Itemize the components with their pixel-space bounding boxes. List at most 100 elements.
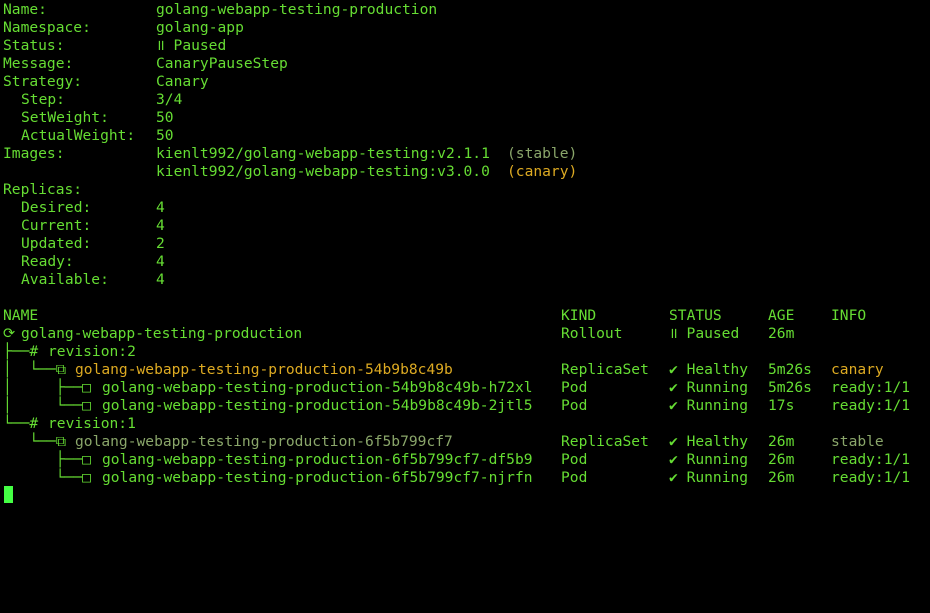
row-kind: Pod bbox=[561, 397, 588, 414]
setweight-label: SetWeight: bbox=[21, 109, 109, 126]
images-label: Images: bbox=[3, 145, 65, 162]
summary-namespace-line: Namespace: golang-app bbox=[3, 19, 244, 37]
row-name: revision:1 bbox=[48, 415, 136, 432]
summary-status-line: Status: ॥ Paused bbox=[3, 37, 226, 55]
available-value: 4 bbox=[156, 271, 165, 288]
row-age: 5m26s bbox=[768, 361, 812, 378]
row-kind: ReplicaSet bbox=[561, 361, 649, 378]
strategy-label: Strategy: bbox=[3, 73, 83, 90]
pod-icon: │ ├──□ bbox=[3, 379, 100, 396]
row-status: ✔ Running bbox=[669, 397, 749, 414]
table-header: NAME KIND STATUS AGE INFO bbox=[3, 307, 866, 325]
row-name: golang-webapp-testing-production-54b9b8c… bbox=[102, 379, 533, 396]
current-value: 4 bbox=[156, 217, 165, 234]
replicas-label: Replicas: bbox=[3, 181, 83, 198]
row-info: canary bbox=[831, 361, 884, 378]
row-info: ready:1/1 bbox=[831, 451, 911, 468]
row-name: golang-webapp-testing-production-6f5b799… bbox=[102, 469, 533, 486]
table-row: ⟳ golang-webapp-testing-production Rollo… bbox=[3, 325, 794, 343]
tree-branch-icon: └──# bbox=[3, 415, 47, 432]
row-kind: Rollout bbox=[561, 325, 623, 342]
table-row: │ └──□ golang-webapp-testing-production-… bbox=[3, 397, 910, 415]
row-name: golang-webapp-testing-production bbox=[21, 325, 303, 342]
status-label: Status: bbox=[3, 37, 65, 54]
summary-images-line-1: Images: kienlt992/golang-webapp-testing:… bbox=[3, 145, 577, 163]
terminal-cursor bbox=[4, 486, 13, 503]
table-row: │ └──⧉ golang-webapp-testing-production-… bbox=[3, 361, 884, 379]
row-info: stable bbox=[831, 433, 884, 450]
col-status-header: STATUS bbox=[669, 307, 722, 324]
row-name: golang-webapp-testing-production-6f5b799… bbox=[75, 433, 453, 450]
summary-setweight-line: SetWeight: 50 bbox=[3, 109, 174, 127]
summary-strategy-line: Strategy: Canary bbox=[3, 73, 209, 91]
table-row: └──□ golang-webapp-testing-production-6f… bbox=[3, 469, 910, 487]
desired-label: Desired: bbox=[21, 199, 92, 216]
rollout-icon: ⟳ bbox=[3, 325, 16, 342]
row-name: golang-webapp-testing-production-54b9b8c… bbox=[102, 397, 533, 414]
summary-desired-line: Desired: 4 bbox=[3, 199, 165, 217]
table-row: └──⧉ golang-webapp-testing-production-6f… bbox=[3, 433, 883, 451]
table-row: ├──# revision:2 bbox=[3, 343, 136, 361]
summary-current-line: Current: 4 bbox=[3, 217, 165, 235]
row-name: golang-webapp-testing-production-6f5b799… bbox=[102, 451, 533, 468]
row-status: ✔ Running bbox=[669, 469, 749, 486]
terminal-window[interactable]: Name: golang-webapp-testing-production N… bbox=[0, 0, 930, 509]
col-info-header: INFO bbox=[831, 307, 867, 324]
row-age: 26m bbox=[768, 325, 795, 342]
summary-replicas-line: Replicas: bbox=[3, 181, 82, 199]
actualweight-label: ActualWeight: bbox=[21, 127, 136, 144]
table-row: └──# revision:1 bbox=[3, 415, 136, 433]
message-label: Message: bbox=[3, 55, 74, 72]
summary-updated-line: Updated: 2 bbox=[3, 235, 165, 253]
available-label: Available: bbox=[21, 271, 109, 288]
table-row: ├──□ golang-webapp-testing-production-6f… bbox=[3, 451, 910, 469]
replicaset-icon: │ └──⧉ bbox=[3, 361, 75, 378]
col-age-header: AGE bbox=[768, 307, 795, 324]
row-age: 26m bbox=[768, 469, 795, 486]
row-kind: Pod bbox=[561, 451, 588, 468]
row-kind: ReplicaSet bbox=[561, 433, 649, 450]
current-label: Current: bbox=[21, 217, 92, 234]
image-stable: kienlt992/golang-webapp-testing:v2.1.1 bbox=[156, 145, 490, 162]
row-name: golang-webapp-testing-production-54b9b8c… bbox=[75, 361, 453, 378]
desired-value: 4 bbox=[156, 199, 165, 216]
pod-icon: └──□ bbox=[3, 469, 100, 486]
table-row: │ ├──□ golang-webapp-testing-production-… bbox=[3, 379, 910, 397]
row-info: ready:1/1 bbox=[831, 379, 911, 396]
row-age: 17s bbox=[768, 397, 795, 414]
updated-value: 2 bbox=[156, 235, 165, 252]
image-canary-tag: (canary) bbox=[507, 163, 578, 180]
summary-ready-line: Ready: 4 bbox=[3, 253, 165, 271]
setweight-value: 50 bbox=[156, 109, 174, 126]
row-info: ready:1/1 bbox=[831, 469, 911, 486]
summary-available-line: Available: 4 bbox=[3, 271, 165, 289]
status-value: ॥ Paused bbox=[156, 37, 227, 54]
updated-label: Updated: bbox=[21, 235, 92, 252]
row-status: ✔ Healthy bbox=[669, 433, 749, 450]
row-kind: Pod bbox=[561, 379, 588, 396]
row-age: 5m26s bbox=[768, 379, 812, 396]
summary-step-line: Step: 3/4 bbox=[3, 91, 182, 109]
row-age: 26m bbox=[768, 433, 795, 450]
pod-icon: │ └──□ bbox=[3, 397, 100, 414]
image-canary: kienlt992/golang-webapp-testing:v3.0.0 bbox=[156, 163, 490, 180]
row-name: revision:2 bbox=[48, 343, 136, 360]
namespace-label: Namespace: bbox=[3, 19, 91, 36]
row-age: 26m bbox=[768, 451, 795, 468]
summary-images-line-2: kienlt992/golang-webapp-testing:v3.0.0 (… bbox=[3, 163, 577, 181]
name-value: golang-webapp-testing-production bbox=[156, 1, 438, 18]
tree-branch-icon: ├──# bbox=[3, 343, 47, 360]
summary-message-line: Message: CanaryPauseStep bbox=[3, 55, 288, 73]
row-info: ready:1/1 bbox=[831, 397, 911, 414]
step-value: 3/4 bbox=[156, 91, 183, 108]
row-status: ✔ Running bbox=[669, 451, 749, 468]
summary-actualweight-line: ActualWeight: 50 bbox=[3, 127, 174, 145]
replicaset-icon: └──⧉ bbox=[3, 433, 75, 450]
message-value: CanaryPauseStep bbox=[156, 55, 288, 72]
col-name-header: NAME bbox=[3, 307, 39, 324]
col-kind-header: KIND bbox=[561, 307, 597, 324]
step-label: Step: bbox=[21, 91, 65, 108]
strategy-value: Canary bbox=[156, 73, 209, 90]
row-status: ॥ Paused bbox=[669, 325, 740, 342]
actualweight-value: 50 bbox=[156, 127, 174, 144]
